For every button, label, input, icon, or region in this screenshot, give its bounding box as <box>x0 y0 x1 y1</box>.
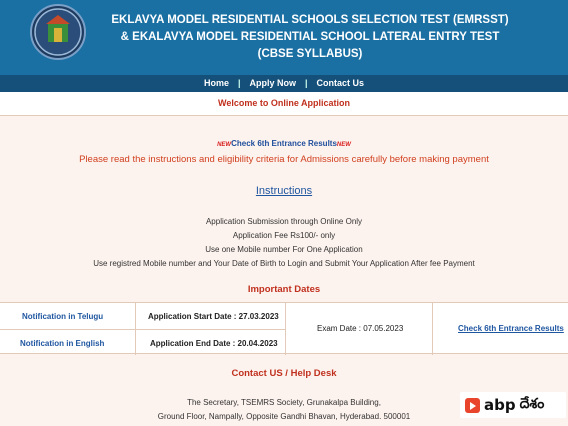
title-line-3: (CBSE SYLLABUS) <box>257 48 363 60</box>
abp-brand: abp <box>484 396 516 414</box>
emrs-logo <box>30 4 86 60</box>
payment-notice: Please read the instructions and eligibi… <box>79 154 489 165</box>
exam-date: Exam Date : 07.05.2023 <box>317 324 404 333</box>
contact-help-desk-title: Contact US / Help Desk <box>231 368 337 379</box>
important-dates-table: Notification in Telugu Notification in E… <box>0 302 568 355</box>
column-divider <box>432 303 433 355</box>
info-line: Use one Mobile number For One Applicatio… <box>205 245 363 254</box>
check-results-table-link[interactable]: Check 6th Entrance Results <box>458 324 564 333</box>
header-banner: EKLAVYA MODEL RESIDENTIAL SCHOOLS SELECT… <box>0 0 568 75</box>
notification-telugu-link[interactable]: Notification in Telugu <box>22 312 103 321</box>
welcome-banner: Welcome to Online Application <box>0 92 568 116</box>
check-results-label: Check 6th Entrance Results <box>231 139 337 148</box>
row-divider <box>0 329 285 330</box>
nav-home[interactable]: Home <box>204 78 229 88</box>
check-results-link[interactable]: NEWCheck 6th Entrance ResultsNEW <box>0 139 568 148</box>
abp-play-icon <box>465 397 480 413</box>
title-line-1: EKLAVYA MODEL RESIDENTIAL SCHOOLS SELECT… <box>111 14 509 26</box>
application-info: Application Submission through Online On… <box>0 215 568 271</box>
notification-english-link[interactable]: Notification in English <box>20 339 104 348</box>
main-nav: Home | Apply Now | Contact Us <box>0 75 568 92</box>
nav-contact-us[interactable]: Contact Us <box>317 78 365 88</box>
abp-desam-watermark: abp దేశం <box>460 392 566 418</box>
header-title: EKLAVYA MODEL RESIDENTIAL SCHOOLS SELECT… <box>110 12 510 63</box>
column-divider <box>285 303 286 355</box>
instructions-link[interactable]: Instructions <box>0 185 568 197</box>
info-line: Use registred Mobile number and Your Dat… <box>93 259 475 268</box>
nav-separator: | <box>305 78 308 88</box>
nav-apply-now[interactable]: Apply Now <box>250 78 297 88</box>
title-line-2: & EKALAVYA MODEL RESIDENTIAL SCHOOL LATE… <box>120 31 500 43</box>
info-line: Application Fee Rs100/- only <box>232 231 336 240</box>
abp-desam-text: దేశం <box>519 395 545 412</box>
application-end-date: Application End Date : 20.04.2023 <box>150 339 278 348</box>
important-dates-title: Important Dates <box>247 284 321 295</box>
nav-separator: | <box>237 78 241 88</box>
new-badge: NEW <box>336 142 351 148</box>
new-badge: NEW <box>217 142 232 148</box>
application-start-date: Application Start Date : 27.03.2023 <box>148 312 279 321</box>
info-line: Application Submission through Online On… <box>205 217 363 226</box>
